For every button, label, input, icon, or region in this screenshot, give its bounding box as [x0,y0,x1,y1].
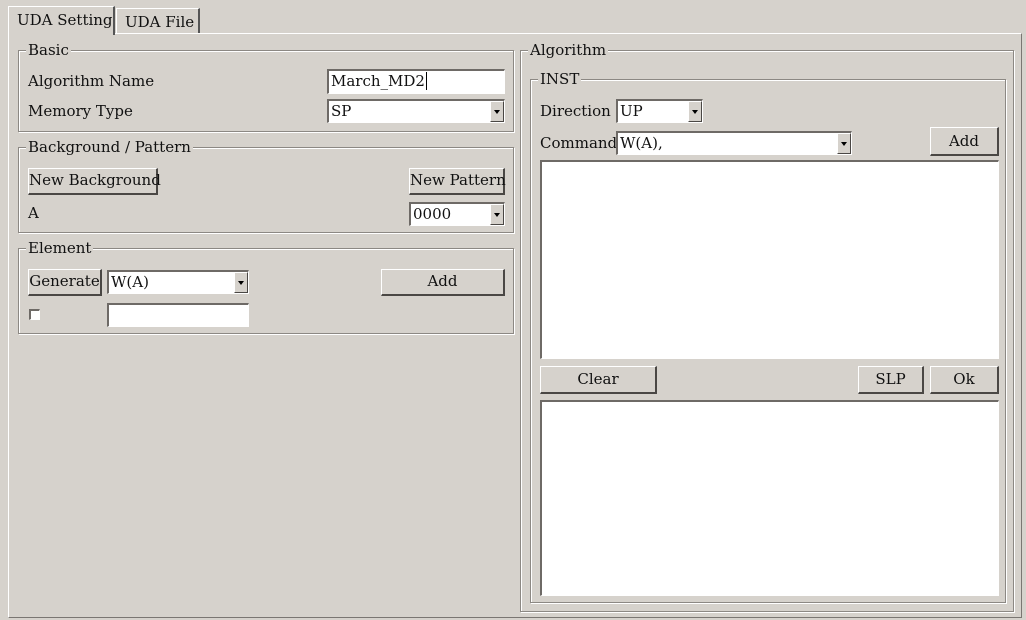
inst-legend: INST [538,69,582,89]
background-pattern-group: Background / Pattern New Background New … [18,137,514,233]
a-value-select[interactable]: 0000 [409,202,505,226]
element-text-input[interactable] [107,303,249,327]
command-select[interactable]: W(A), [616,131,852,155]
command-label: Command [540,134,618,152]
chevron-down-icon[interactable] [688,101,702,122]
chevron-down-icon[interactable] [490,101,504,122]
tab-uda-setting[interactable]: UDA Setting [8,6,115,35]
clear-label: Clear [577,370,619,388]
inst-group: INST Direction UP Command W(A), Add Clea… [530,69,1006,603]
generate-select[interactable]: W(A) [107,270,249,294]
a-label: A [28,204,39,222]
inst-add-label: Add [948,132,980,150]
generate-button[interactable]: Generate [28,269,102,296]
new-background-button[interactable]: New Background [28,168,161,195]
algorithm-name-value: March_MD2 [331,72,425,90]
direction-value: UP [620,102,643,120]
new-background-label: New Background [29,171,161,189]
new-pattern-label: New Pattern [410,171,506,189]
ok-label: Ok [953,370,975,388]
instruction-list[interactable] [540,160,999,359]
tab-uda-file-label: UDA File [125,13,195,31]
basic-group: Basic Algorithm Name March_MD2 Memory Ty… [18,40,514,132]
element-add-button[interactable]: Add [381,269,505,296]
generate-label: Generate [29,272,100,290]
generate-value: W(A) [111,273,149,291]
new-pattern-button[interactable]: New Pattern [409,168,506,195]
chevron-down-icon[interactable] [234,272,248,293]
inst-add-button[interactable]: Add [930,127,999,156]
chevron-down-icon[interactable] [837,133,851,154]
slp-button[interactable]: SLP [858,366,924,394]
tab-uda-setting-label: UDA Setting [17,11,113,29]
a-value: 0000 [413,205,452,223]
element-group: Element Generate W(A) Add [18,238,514,334]
algorithm-output-list[interactable] [540,400,999,596]
basic-legend: Basic [26,40,71,60]
memory-type-label: Memory Type [28,102,133,120]
chevron-down-icon[interactable] [490,204,504,225]
direction-label: Direction [540,102,611,120]
algorithm-legend: Algorithm [528,40,609,60]
algorithm-name-input[interactable]: March_MD2 [327,69,505,94]
algorithm-group: Algorithm INST Direction UP Command W(A)… [520,40,1014,612]
background-pattern-legend: Background / Pattern [26,137,193,157]
direction-select[interactable]: UP [616,99,703,123]
tab-uda-file[interactable]: UDA File [116,8,200,34]
command-value: W(A), [620,134,663,152]
element-legend: Element [26,238,94,258]
element-add-label: Add [427,272,458,290]
ok-button[interactable]: Ok [930,366,999,394]
clear-button[interactable]: Clear [540,366,657,394]
memory-type-value: SP [331,102,352,120]
memory-type-select[interactable]: SP [327,99,505,123]
algorithm-name-label: Algorithm Name [28,72,155,90]
element-checkbox[interactable] [29,309,40,320]
slp-label: SLP [875,370,906,388]
